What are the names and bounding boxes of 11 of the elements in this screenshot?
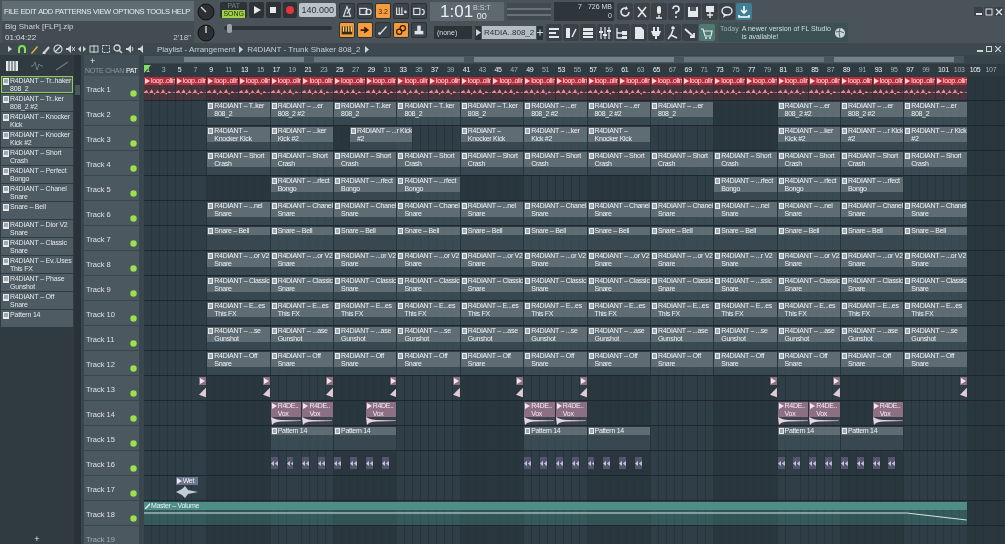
- breadcrumb-item[interactable]: R4DIANT - Trunk Shaker 808_2: [247, 44, 361, 54]
- time-ticks: 00: [476, 11, 487, 21]
- song-length: 2'18": [173, 33, 191, 42]
- pattern-selector[interactable]: R4DIA..808_2: [482, 26, 536, 39]
- time-value: 1:01: [440, 2, 474, 21]
- tempo-field[interactable]: 140.000: [299, 3, 336, 17]
- project-name: Big Shark [FLP].zip: [5, 22, 75, 31]
- breadcrumb-item[interactable]: Playlist - Arrangement: [157, 44, 236, 54]
- add-button[interactable]: +: [34, 534, 40, 544]
- project-time: 01:04:22: [5, 33, 37, 42]
- add-track-button[interactable]: +: [90, 57, 96, 66]
